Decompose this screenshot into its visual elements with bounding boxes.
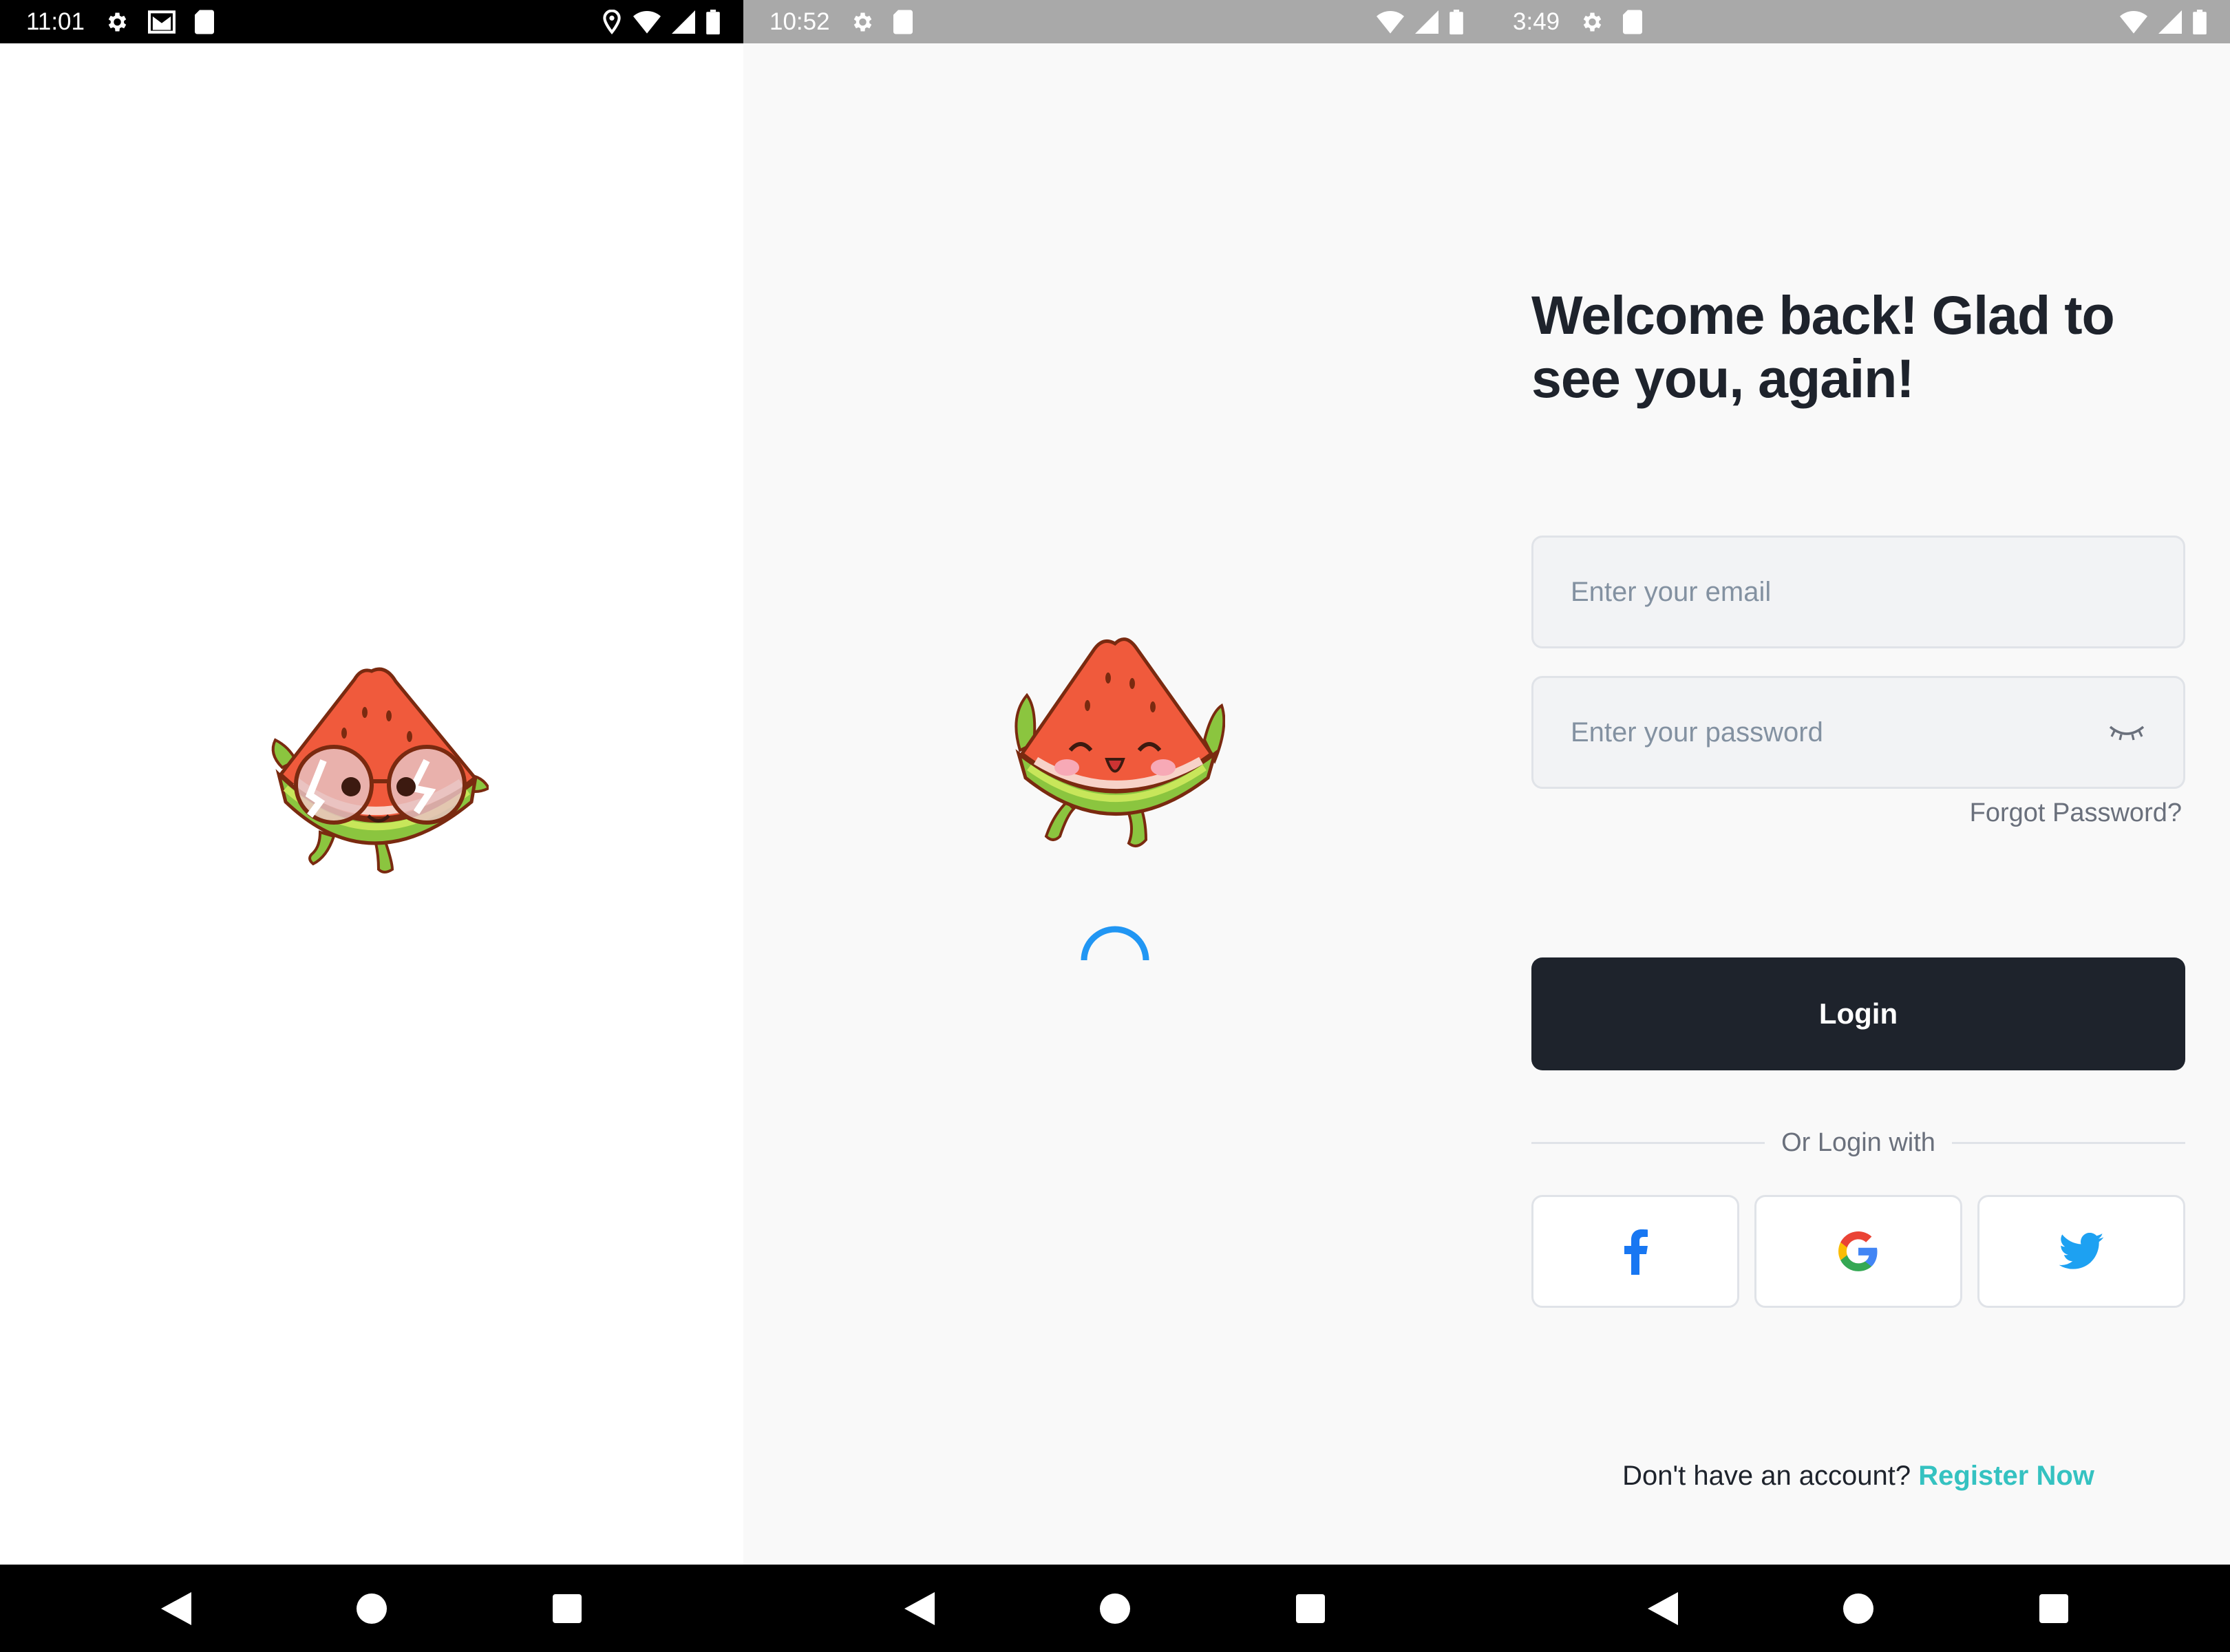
signal-icon (2158, 10, 2182, 34)
or-login-label: Or Login with (1781, 1127, 1935, 1157)
home-button[interactable] (1840, 1591, 1876, 1627)
home-icon (1100, 1593, 1130, 1624)
facebook-login-button[interactable] (1531, 1195, 1739, 1308)
wifi-icon (633, 10, 661, 34)
status-time: 10:52 (769, 8, 830, 35)
title-line-2: see you, again! (1531, 348, 1915, 409)
page-title: Welcome back! Glad to see you, again! (1531, 284, 2123, 410)
or-login-divider: Or Login with (1531, 1122, 2186, 1163)
splash-screen: 11:01 (0, 0, 743, 1652)
login-screen: 3:49 Welcome back! Glad to see you, agai… (1487, 0, 2230, 1652)
login-button[interactable]: Login (1531, 957, 2185, 1070)
recents-button[interactable] (1293, 1591, 1328, 1627)
divider-line (1951, 1141, 2186, 1144)
title-line-1: Welcome back! Glad to (1531, 284, 2115, 346)
back-icon (161, 1591, 191, 1625)
recents-button[interactable] (2036, 1591, 2072, 1627)
home-button[interactable] (354, 1591, 390, 1627)
register-now-link[interactable]: Register Now (1918, 1461, 2094, 1491)
loading-screen: 10:52 (743, 0, 1487, 1652)
recents-icon (2039, 1593, 2068, 1623)
battery-icon (1450, 9, 1463, 34)
no-account-text: Don't have an account? (1622, 1461, 1911, 1491)
home-icon (1843, 1593, 1873, 1624)
sd-card-icon (893, 10, 913, 34)
forgot-password-link[interactable]: Forgot Password? (1970, 798, 2182, 828)
eye-closed-icon[interactable] (2107, 719, 2146, 746)
sd-card-icon (195, 10, 214, 34)
status-bar: 3:49 (1487, 0, 2230, 43)
twitter-icon (2059, 1233, 2104, 1269)
google-login-button[interactable] (1754, 1195, 1962, 1308)
password-field[interactable] (1531, 676, 2185, 789)
back-button[interactable] (1645, 1591, 1681, 1627)
loading-spinner (1081, 926, 1149, 961)
status-time: 11:01 (26, 8, 85, 35)
wifi-icon (1377, 10, 1404, 34)
recents-button[interactable] (549, 1591, 585, 1627)
password-input[interactable] (1571, 717, 2107, 748)
back-button[interactable] (158, 1591, 194, 1627)
google-icon (1838, 1231, 1878, 1271)
sd-card-icon (1623, 10, 1643, 34)
recents-icon (553, 1593, 582, 1623)
register-prompt: Don't have an account? Register Now (1487, 1461, 2230, 1492)
settings-icon (1583, 12, 1602, 31)
recents-icon (1296, 1593, 1325, 1623)
navigation-bar (743, 1565, 1487, 1652)
navigation-bar (0, 1565, 743, 1652)
back-icon (904, 1591, 935, 1625)
divider-line (1531, 1141, 1765, 1144)
signal-icon (1415, 10, 1438, 34)
settings-icon (853, 12, 871, 31)
status-time: 3:49 (1513, 8, 1560, 35)
twitter-login-button[interactable] (1977, 1195, 2185, 1308)
email-input[interactable] (1571, 576, 2146, 608)
battery-icon (706, 9, 720, 34)
status-bar: 11:01 (0, 0, 743, 43)
navigation-bar (1487, 1565, 2230, 1652)
status-bar: 10:52 (743, 0, 1487, 43)
settings-icon (108, 12, 127, 31)
watermelon-mascot-happy (1015, 637, 1225, 847)
home-button[interactable] (1097, 1591, 1133, 1627)
back-icon (1648, 1591, 1678, 1625)
home-icon (357, 1593, 387, 1624)
back-button[interactable] (902, 1591, 937, 1627)
email-field[interactable] (1531, 536, 2185, 648)
location-icon (603, 9, 621, 34)
facebook-icon (1624, 1229, 1648, 1275)
battery-icon (2193, 9, 2207, 34)
gmail-icon (148, 10, 176, 34)
watermelon-mascot-sunglasses (271, 667, 489, 873)
wifi-icon (2120, 10, 2147, 34)
signal-icon (672, 10, 695, 34)
